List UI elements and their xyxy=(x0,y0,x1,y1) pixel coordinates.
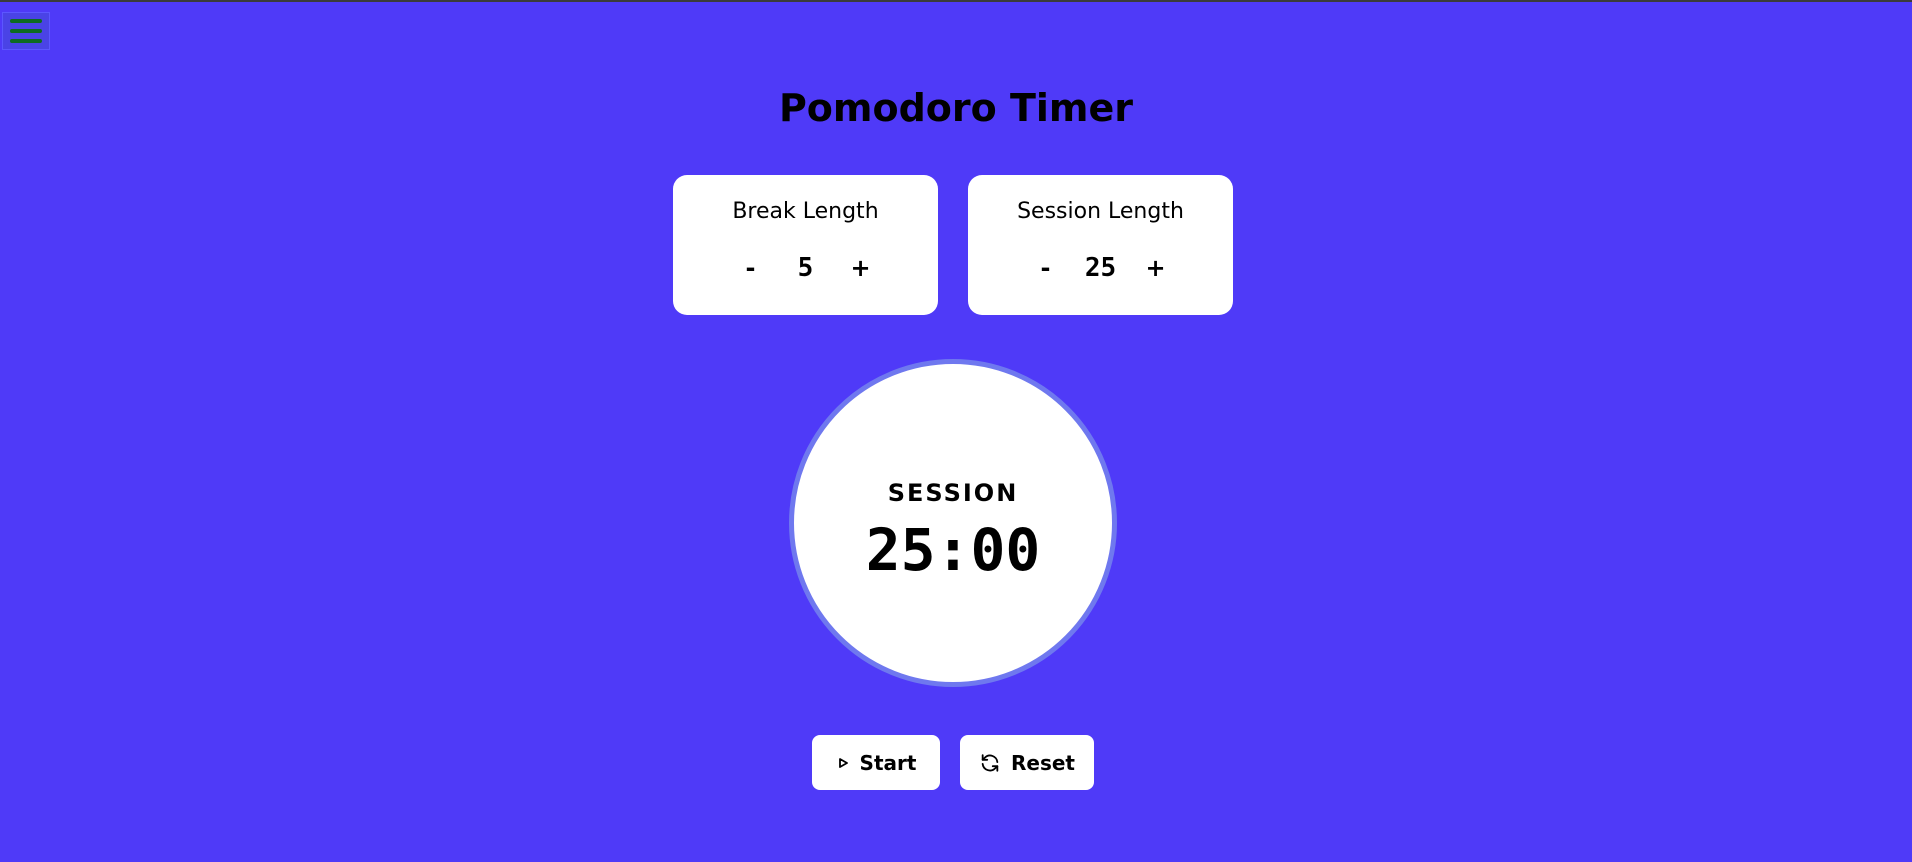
refresh-icon xyxy=(979,752,1001,774)
page-title: Pomodoro Timer xyxy=(778,86,1134,130)
timer-mode-label: SESSION xyxy=(887,479,1019,507)
timer-circle: SESSION 25:00 xyxy=(789,359,1117,687)
reset-button-label: Reset xyxy=(1011,750,1075,775)
break-length-card: Break Length - 5 + xyxy=(673,175,938,315)
break-length-value: 5 xyxy=(797,253,814,283)
session-increment-button[interactable]: + xyxy=(1136,254,1176,282)
session-length-value: 25 xyxy=(1084,253,1117,283)
start-button-label: Start xyxy=(859,750,917,775)
timer-display: 25:00 xyxy=(865,516,1041,584)
session-length-label: Session Length xyxy=(1017,199,1184,224)
break-increment-button[interactable]: + xyxy=(841,254,881,282)
session-length-card: Session Length - 25 + xyxy=(968,175,1233,315)
session-decrement-button[interactable]: - xyxy=(1026,254,1066,282)
reset-button[interactable]: Reset xyxy=(960,735,1094,790)
break-length-controls: - 5 + xyxy=(673,253,938,283)
play-icon xyxy=(836,756,850,770)
break-length-label: Break Length xyxy=(732,199,879,224)
break-decrement-button[interactable]: - xyxy=(731,254,771,282)
hamburger-menu-icon xyxy=(10,19,42,43)
hamburger-menu-button[interactable] xyxy=(2,12,50,50)
session-length-controls: - 25 + xyxy=(968,253,1233,283)
start-button[interactable]: Start xyxy=(812,735,940,790)
